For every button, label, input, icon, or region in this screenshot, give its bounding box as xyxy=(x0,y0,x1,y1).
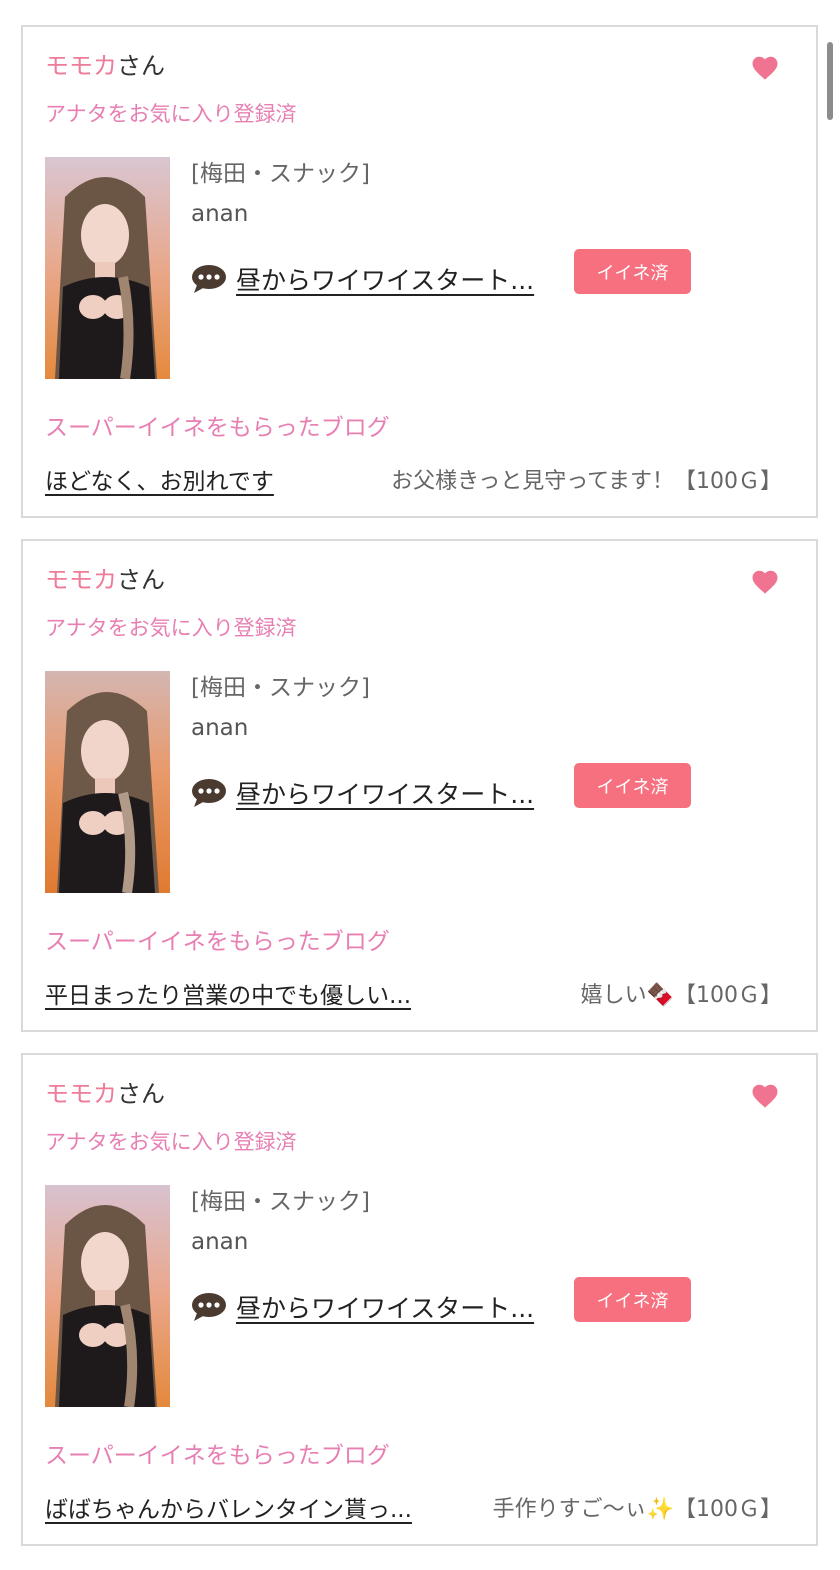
user-name-line[interactable]: モモカさん xyxy=(45,563,165,597)
message-link[interactable]: 昼からワイワイスタート... xyxy=(236,261,558,297)
favorite-card: モモカさん アナタをお気に入り登録済 [梅田・スナック] anan 昼からワイワ… xyxy=(21,25,818,518)
heart-icon[interactable] xyxy=(750,53,780,83)
area-genre: [梅田・スナック] xyxy=(191,161,370,187)
shop-name[interactable]: anan xyxy=(191,1225,248,1259)
favorite-status-label: アナタをお気に入り登録済 xyxy=(45,102,297,126)
favorite-status-label: アナタをお気に入り登録済 xyxy=(45,1130,297,1154)
user-honorific: さん xyxy=(117,52,165,80)
blog-row: ほどなく、お別れです お父様きっと見守ってます！【100Ｇ】 xyxy=(45,461,782,497)
super-iine-blog-label: スーパーイイネをもらったブログ xyxy=(45,929,390,955)
speech-bubble-icon xyxy=(192,779,226,807)
super-iine-blog-label: スーパーイイネをもらったブログ xyxy=(45,415,390,441)
speech-bubble-icon xyxy=(192,265,226,293)
user-name[interactable]: モモカ xyxy=(45,52,117,80)
user-name[interactable]: モモカ xyxy=(45,566,117,594)
blog-title-link[interactable]: 平日まったり営業の中でも優しい... xyxy=(45,976,411,1010)
iine-done-button[interactable]: イイネ済 xyxy=(574,763,691,808)
heart-icon[interactable] xyxy=(750,1081,780,1111)
message-link[interactable]: 昼からワイワイスタート... xyxy=(236,775,558,811)
shop-name[interactable]: anan xyxy=(191,197,248,231)
gift-comment: 嬉しい🍫【100Ｇ】 xyxy=(580,983,782,1008)
scrollbar[interactable] xyxy=(827,42,833,120)
gift-comment: お父様きっと見守ってます！【100Ｇ】 xyxy=(391,469,782,494)
profile-photo[interactable] xyxy=(45,1185,170,1407)
favorites-list-page: モモカさん アナタをお気に入り登録済 [梅田・スナック] anan 昼からワイワ… xyxy=(0,0,840,1570)
super-iine-blog-label: スーパーイイネをもらったブログ xyxy=(45,1443,390,1469)
gift-comment: 手作りすご〜ぃ✨【100Ｇ】 xyxy=(492,1497,782,1522)
message-row: 昼からワイワイスタート... xyxy=(191,1287,558,1327)
heart-icon[interactable] xyxy=(750,567,780,597)
speech-bubble-icon xyxy=(192,1293,226,1321)
shop-name[interactable]: anan xyxy=(191,711,248,745)
area-genre: [梅田・スナック] xyxy=(191,675,370,701)
user-name-line[interactable]: モモカさん xyxy=(45,1077,165,1111)
blog-title-link[interactable]: ばばちゃんからバレンタイン貰っ... xyxy=(45,1490,412,1524)
message-row: 昼からワイワイスタート... xyxy=(191,259,558,299)
favorite-status-label: アナタをお気に入り登録済 xyxy=(45,616,297,640)
iine-done-button[interactable]: イイネ済 xyxy=(574,249,691,294)
user-name[interactable]: モモカ xyxy=(45,1080,117,1108)
favorite-card: モモカさん アナタをお気に入り登録済 [梅田・スナック] anan 昼からワイワ… xyxy=(21,539,818,1032)
iine-done-button[interactable]: イイネ済 xyxy=(574,1277,691,1322)
blog-row: 平日まったり営業の中でも優しい... 嬉しい🍫【100Ｇ】 xyxy=(45,975,782,1011)
profile-photo[interactable] xyxy=(45,157,170,379)
area-genre: [梅田・スナック] xyxy=(191,1189,370,1215)
profile-photo[interactable] xyxy=(45,671,170,893)
user-honorific: さん xyxy=(117,566,165,594)
blog-row: ばばちゃんからバレンタイン貰っ... 手作りすご〜ぃ✨【100Ｇ】 xyxy=(45,1489,782,1525)
message-row: 昼からワイワイスタート... xyxy=(191,773,558,813)
favorite-card: モモカさん アナタをお気に入り登録済 [梅田・スナック] anan 昼からワイワ… xyxy=(21,1053,818,1546)
user-honorific: さん xyxy=(117,1080,165,1108)
blog-title-link[interactable]: ほどなく、お別れです xyxy=(45,462,274,496)
message-link[interactable]: 昼からワイワイスタート... xyxy=(236,1289,558,1325)
user-name-line[interactable]: モモカさん xyxy=(45,49,165,83)
